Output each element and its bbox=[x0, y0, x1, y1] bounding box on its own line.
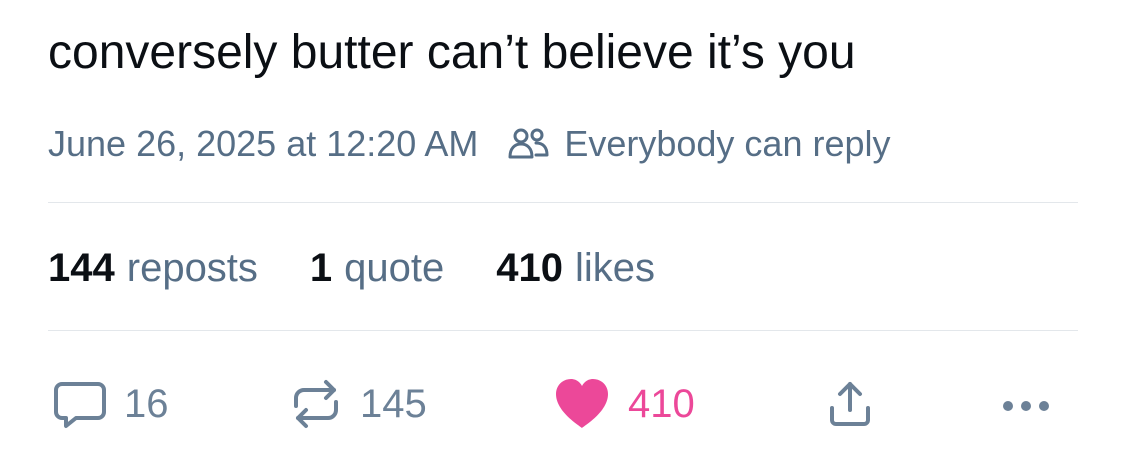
quotes-label: quote bbox=[344, 245, 445, 290]
post-meta: June 26, 2025 at 12:20 AM Everybody can … bbox=[48, 118, 891, 170]
reply-setting-label[interactable]: Everybody can reply bbox=[564, 123, 890, 165]
likes-label: likes bbox=[575, 245, 656, 290]
repost-arrows-icon bbox=[288, 376, 344, 432]
like-button[interactable]: 410 bbox=[552, 374, 695, 434]
reposts-label: reposts bbox=[126, 245, 258, 290]
heart-icon bbox=[552, 376, 612, 432]
reply-count: 16 bbox=[124, 381, 169, 426]
people-icon bbox=[506, 125, 552, 163]
divider bbox=[48, 330, 1078, 331]
likes-count: 410 bbox=[496, 245, 564, 290]
repost-button[interactable]: 145 bbox=[288, 374, 427, 434]
share-icon bbox=[822, 376, 878, 432]
divider bbox=[48, 202, 1078, 203]
ellipsis-icon bbox=[996, 376, 1060, 432]
post-actions-bar: 16 145 410 bbox=[0, 374, 1125, 434]
reposts-count: 144 bbox=[48, 245, 115, 290]
more-options-button[interactable] bbox=[996, 374, 1060, 434]
speech-bubble-icon bbox=[52, 376, 108, 432]
likes-stat[interactable]: 410 likes bbox=[496, 246, 655, 291]
reply-button[interactable]: 16 bbox=[52, 374, 169, 434]
post-text: conversely butter can’t believe it’s you bbox=[48, 26, 856, 79]
share-button[interactable] bbox=[822, 374, 878, 434]
post-timestamp[interactable]: June 26, 2025 at 12:20 AM bbox=[48, 123, 478, 165]
post-stats: 144 reposts 1 quote 410 likes bbox=[48, 242, 707, 294]
like-count: 410 bbox=[628, 381, 695, 426]
repost-count: 145 bbox=[360, 381, 427, 426]
reposts-stat[interactable]: 144 reposts bbox=[48, 246, 258, 291]
quotes-count: 1 bbox=[309, 245, 333, 290]
quotes-stat[interactable]: 1 quote bbox=[310, 246, 444, 291]
